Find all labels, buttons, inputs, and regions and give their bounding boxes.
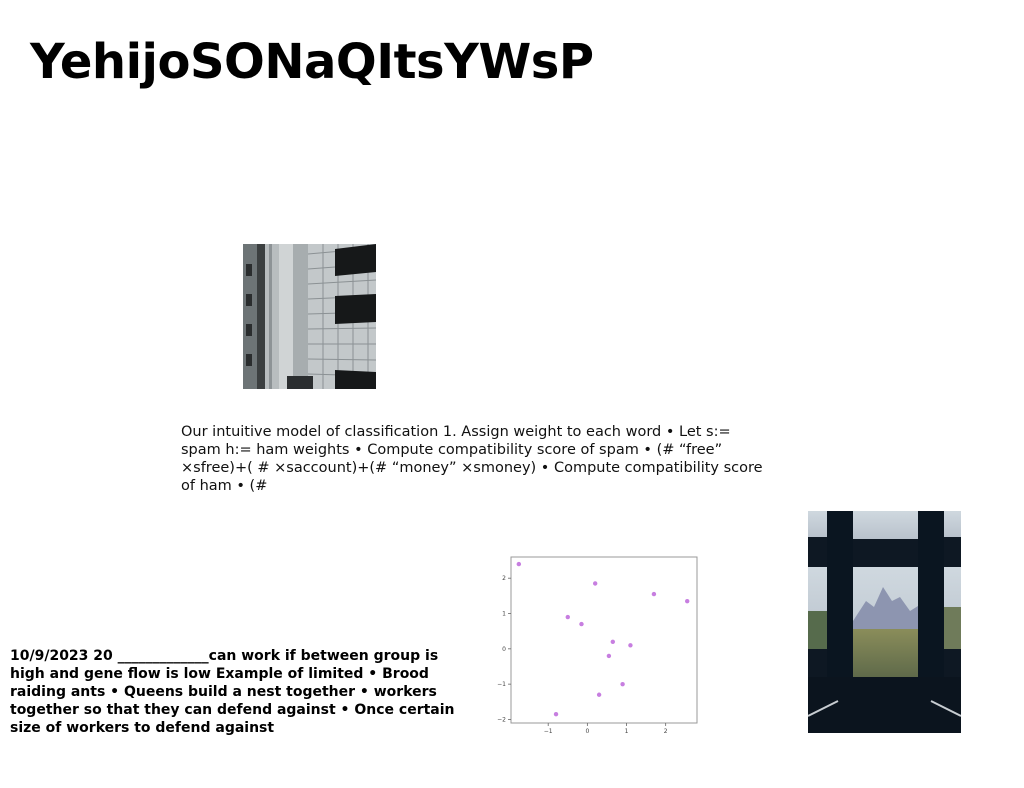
y-tick-label: 1 (502, 611, 506, 618)
scatter-point (685, 598, 690, 604)
y-tick-label: −1 (497, 681, 506, 688)
scatter-point (516, 561, 522, 567)
body-paragraph: Our intuitive model of classification 1.… (181, 424, 763, 494)
building-photo-art (243, 244, 376, 389)
y-tick-label: 0 (502, 646, 506, 653)
plot-frame (510, 556, 698, 724)
x-tick-label: 1 (625, 728, 629, 735)
lecture-notes: 10/9/2023 20 _____________can work if be… (10, 648, 455, 736)
window-view-photo-art (808, 511, 961, 733)
building-photo (243, 244, 376, 389)
scatter-point (628, 643, 633, 648)
scatter-point (553, 711, 559, 717)
scatter-point (565, 614, 570, 620)
x-tick-label: −1 (544, 728, 553, 735)
scatter-point (606, 653, 612, 659)
slide-title: YehijoSONaQItsYWsP (30, 34, 594, 90)
scatter-point (592, 581, 598, 586)
scatter-point (620, 681, 625, 687)
window-view-photo (808, 511, 961, 733)
x-tick-label: 2 (664, 728, 668, 735)
scatter-point (579, 621, 584, 627)
y-tick-label: −2 (497, 716, 506, 723)
scatter-point (651, 591, 657, 597)
scatter-point (596, 692, 602, 697)
scatter-point (610, 639, 616, 644)
x-tick-label: 0 (585, 728, 589, 735)
scatter-plot: −1 0 1 2 −2 −1 0 1 2 (497, 556, 698, 735)
y-tick-label: 2 (502, 575, 506, 582)
